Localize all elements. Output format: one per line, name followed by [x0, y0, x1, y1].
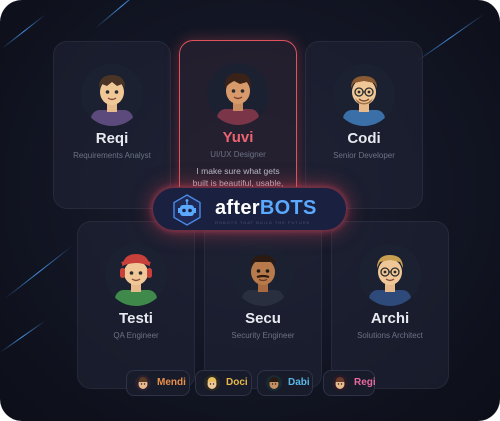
light-streak	[4, 245, 73, 299]
mini-agent-label: Doci	[226, 377, 248, 388]
avatar	[135, 375, 151, 391]
avatar	[207, 63, 269, 125]
light-streak	[1, 14, 46, 49]
agent-name: Yuvi	[222, 129, 254, 146]
agent-card-archi[interactable]: Archi Solutions Architect	[331, 221, 449, 389]
mini-agent-doci[interactable]: Doci	[195, 370, 252, 396]
agent-role: QA Engineer	[113, 331, 159, 340]
agent-name: Reqi	[95, 130, 129, 147]
brand-name-part2: BOTS	[259, 197, 317, 219]
avatar	[232, 244, 294, 306]
agent-name: Testi	[119, 310, 153, 327]
testi-avatar-icon	[115, 254, 157, 306]
avatar	[333, 64, 395, 126]
avatar	[204, 375, 220, 391]
archi-avatar-icon	[369, 255, 411, 306]
avatar	[81, 64, 143, 126]
mini-agent-regi[interactable]: Regi	[323, 370, 376, 396]
avatar	[332, 375, 348, 391]
agent-card-secu[interactable]: Secu Security Engineer	[204, 221, 322, 389]
mini-agent-label: Dabi	[288, 377, 310, 388]
afterbots-logo-badge: afterBOTS ROBOTS THAT BUILD THE FUTURE	[152, 187, 347, 231]
brand-tagline: ROBOTS THAT BUILD THE FUTURE	[215, 220, 311, 225]
app-canvas: Reqi Requirements Analyst Yuvi UI/UX Des…	[0, 0, 500, 421]
agent-card-codi[interactable]: Codi Senior Developer	[305, 41, 423, 209]
reqi-avatar-icon	[91, 75, 133, 126]
mini-agent-mendi[interactable]: Mendi	[126, 370, 190, 396]
regi-avatar-icon	[332, 375, 348, 391]
light-streak	[94, 0, 149, 29]
agent-role: Senior Developer	[333, 151, 395, 160]
robot-icon	[173, 194, 201, 226]
mini-agent-label: Mendi	[157, 377, 186, 388]
mini-agent-label: Regi	[354, 377, 376, 388]
agent-name: Secu	[245, 310, 281, 327]
light-streak	[414, 13, 485, 63]
agent-role: Solutions Architect	[357, 331, 423, 340]
agent-name: Archi	[370, 310, 410, 327]
codi-avatar-icon	[343, 76, 385, 126]
agent-description: I make sure what gets built is beautiful…	[192, 166, 284, 188]
light-streak	[0, 320, 46, 353]
agent-role: UI/UX Designer	[210, 150, 266, 159]
agent-role: Security Engineer	[231, 331, 295, 340]
mendi-avatar-icon	[135, 375, 151, 391]
brand-name: afterBOTS	[215, 197, 317, 220]
avatar	[359, 244, 421, 306]
agent-card-reqi[interactable]: Reqi Requirements Analyst	[53, 41, 171, 209]
avatar	[105, 244, 167, 306]
doci-avatar-icon	[204, 375, 220, 391]
brand-name-part1: after	[215, 197, 260, 219]
secu-avatar-icon	[242, 255, 284, 306]
avatar	[266, 375, 282, 391]
dabi-avatar-icon	[266, 375, 282, 391]
agent-card-yuvi[interactable]: Yuvi UI/UX Designer I make sure what get…	[179, 40, 297, 208]
mini-agent-dabi[interactable]: Dabi	[257, 370, 313, 396]
agent-name: Codi	[347, 130, 381, 147]
agent-role: Requirements Analyst	[73, 151, 151, 160]
yuvi-avatar-icon	[217, 73, 259, 125]
agent-card-testi[interactable]: Testi QA Engineer	[77, 221, 195, 389]
